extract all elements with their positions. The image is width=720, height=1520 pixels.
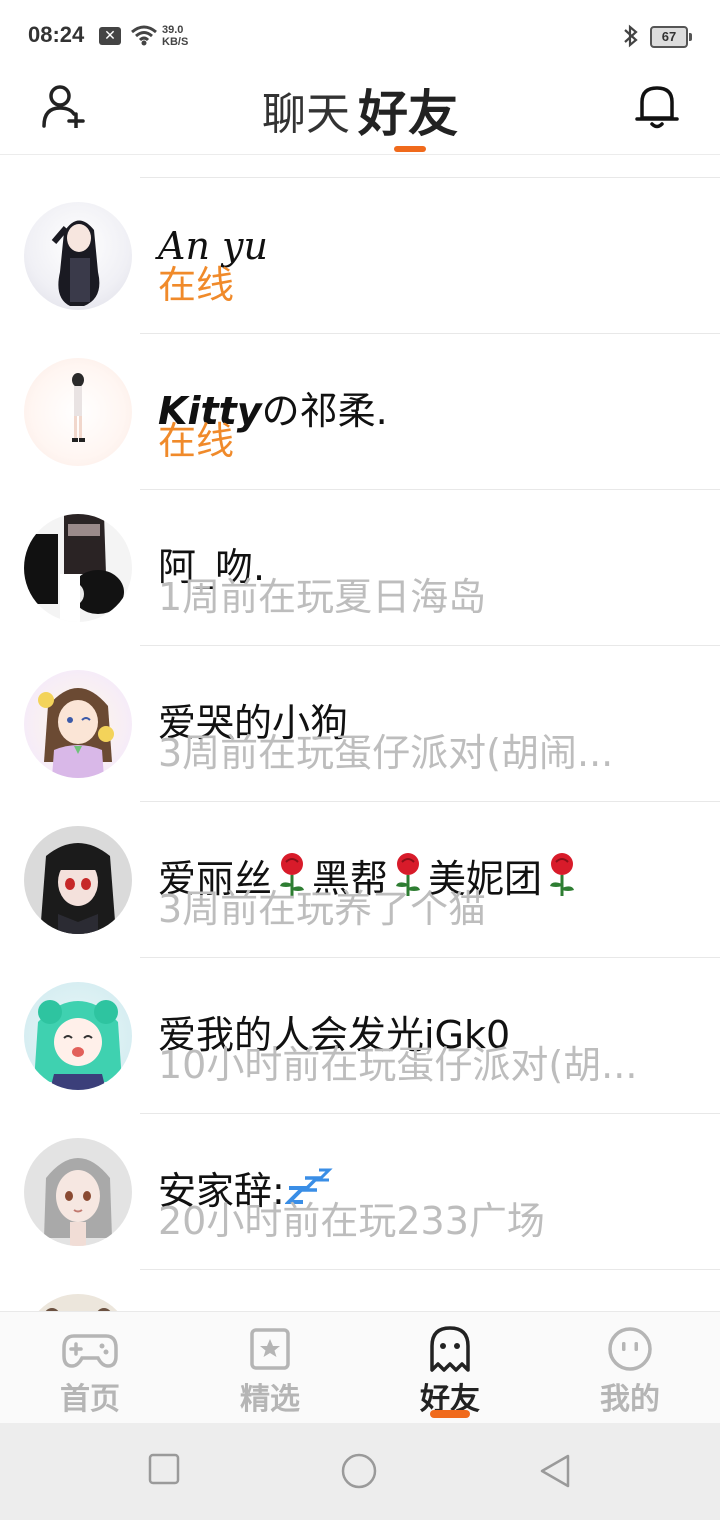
tab-chat[interactable]: 聊天 <box>262 78 350 142</box>
active-tab-indicator <box>394 146 426 152</box>
nav-home[interactable]: 首页 <box>0 1312 180 1424</box>
friend-status: 在线 <box>158 263 235 307</box>
back-triangle-icon[interactable] <box>538 1453 574 1489</box>
friend-status: 在线 <box>158 419 235 463</box>
friend-row[interactable] <box>0 1270 720 1311</box>
friend-status: 3周前在玩蛋仔派对(胡闹... <box>158 731 614 775</box>
recent-apps-icon[interactable] <box>148 1453 180 1485</box>
nav-label: 我的 <box>600 1382 660 1417</box>
friend-row[interactable]: 爱哭的小狗 3周前在玩蛋仔派对(胡闹... <box>0 646 720 802</box>
wifi-icon <box>131 25 157 46</box>
friend-row[interactable]: An yu 在线 <box>0 178 720 334</box>
friend-row[interactable]: 爱丽丝 黑帮 美妮团 3周前在玩养了个猫 <box>0 802 720 958</box>
friend-row[interactable]: 爱我的人会发光iGk0 10小时前在玩蛋仔派对(胡... <box>0 958 720 1114</box>
avatar <box>24 358 132 466</box>
top-header: 聊天 好友 <box>0 72 720 155</box>
battery-icon: 67 <box>650 26 692 48</box>
face-icon <box>608 1327 652 1371</box>
friend-row[interactable]: Kittyの祁柔. 在线 <box>0 334 720 490</box>
active-nav-indicator <box>430 1410 470 1418</box>
status-time: 08:24 <box>28 22 85 47</box>
nav-label: 首页 <box>60 1382 120 1417</box>
bottom-nav: 首页 精选 好友 我的 <box>0 1311 720 1424</box>
friend-row[interactable]: 阿_吻. 1周前在玩夏日海岛 <box>0 490 720 646</box>
net-speed: 39.0 KB/S <box>162 24 188 48</box>
friend-list[interactable]: An yu 在线 Kittyの祁柔. 在线 阿_吻. 1周前在玩夏日海岛 爱哭的… <box>0 155 720 1311</box>
rose-icon <box>550 853 575 896</box>
bell-icon[interactable] <box>634 82 680 130</box>
system-nav-bar <box>0 1423 720 1520</box>
avatar <box>24 826 132 934</box>
avatar <box>24 202 132 310</box>
nav-label: 精选 <box>240 1382 300 1417</box>
x-icon: ✕ <box>99 27 121 45</box>
home-circle-icon[interactable] <box>340 1452 378 1490</box>
ghost-icon <box>430 1326 470 1372</box>
avatar <box>24 982 132 1090</box>
nav-me[interactable]: 我的 <box>540 1312 720 1424</box>
net-speed-unit: KB/S <box>162 36 189 48</box>
bluetooth-icon <box>624 24 638 48</box>
nav-featured[interactable]: 精选 <box>180 1312 360 1424</box>
friend-status: 1周前在玩夏日海岛 <box>158 575 487 619</box>
avatar <box>24 1294 132 1311</box>
gamepad-icon <box>62 1334 118 1368</box>
tab-friends[interactable]: 好友 <box>358 74 458 146</box>
star-card-icon <box>250 1328 290 1370</box>
friend-status: 10小时前在玩蛋仔派对(胡... <box>158 1043 638 1087</box>
net-speed-value: 39.0 <box>162 24 184 36</box>
nav-friends[interactable]: 好友 <box>360 1312 540 1424</box>
friend-status: 20小时前在玩233广场 <box>158 1199 545 1243</box>
status-bar: 08:24 ✕ 39.0 KB/S 67 <box>0 0 720 72</box>
friend-status: 3周前在玩养了个猫 <box>158 887 487 931</box>
avatar <box>24 514 132 622</box>
friend-row[interactable]: 安家辞: 20小时前在玩233广场 <box>0 1114 720 1270</box>
friend-name-suffix: の祁柔. <box>261 389 388 433</box>
avatar <box>24 1138 132 1246</box>
add-friend-icon[interactable] <box>40 84 90 128</box>
avatar <box>24 670 132 778</box>
